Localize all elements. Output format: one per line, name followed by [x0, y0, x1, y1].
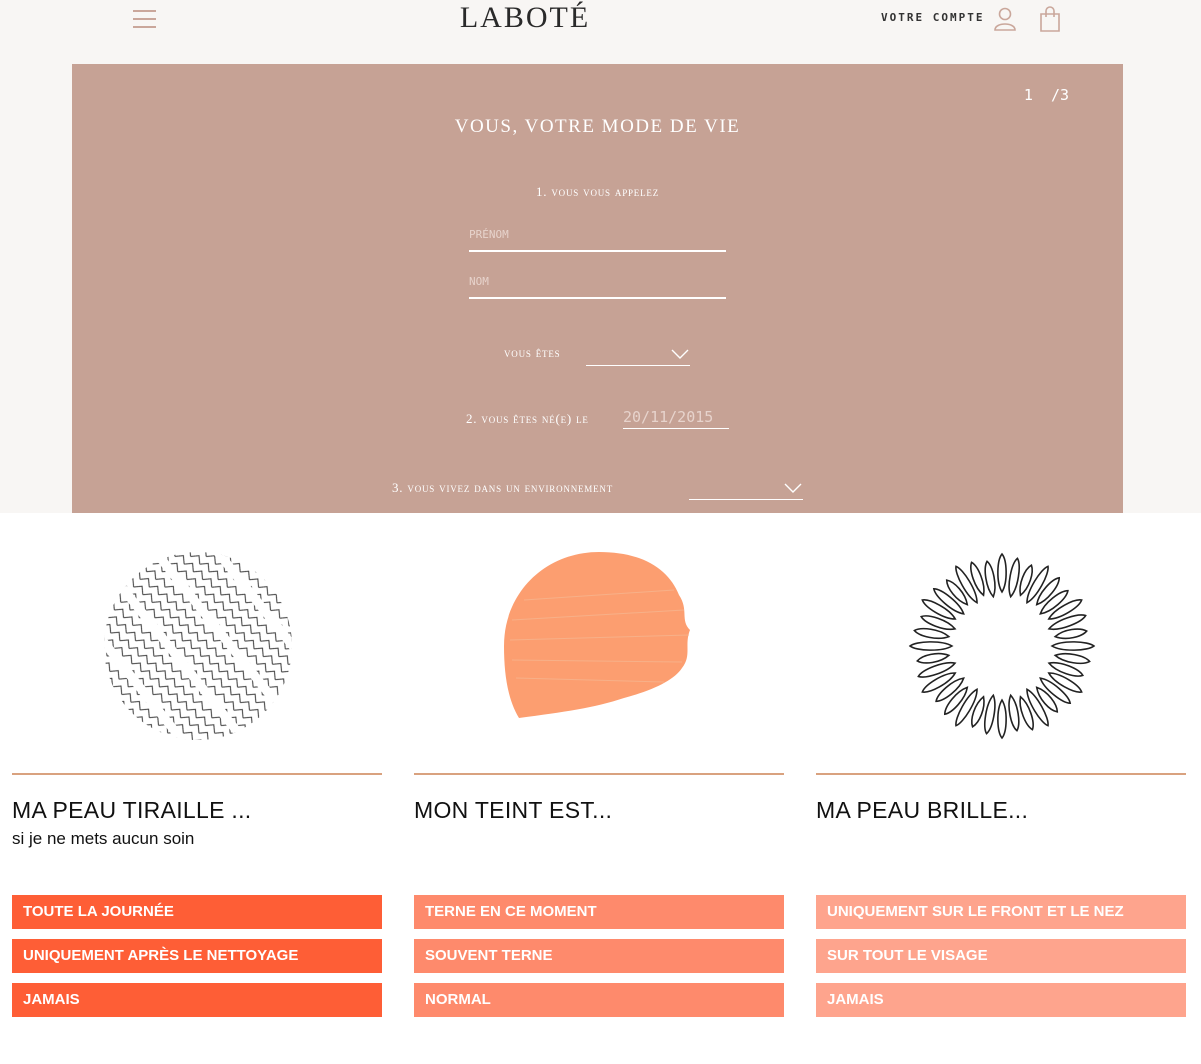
section-divider	[12, 773, 382, 775]
chevron-down-icon	[784, 483, 802, 493]
question-3-label: 3. vous vivez dans un environnement	[392, 480, 613, 495]
gender-select[interactable]	[586, 346, 690, 366]
shopping-bag-icon[interactable]	[1039, 6, 1061, 32]
question-title: MA PEAU BRILLE...	[816, 797, 1029, 823]
chevron-pattern-circle-illustration	[104, 552, 292, 740]
question-title: MON TEINT EST...	[414, 797, 613, 823]
section-divider	[414, 773, 784, 775]
birthdate-input[interactable]: 20/11/2015	[623, 408, 729, 429]
gender-label: vous êtes	[504, 345, 561, 360]
section-divider	[816, 773, 1186, 775]
question-subtitle: si je ne mets aucun soin	[12, 829, 195, 848]
answer-option[interactable]: JAMAIS	[12, 983, 382, 1017]
answer-option[interactable]: UNIQUEMENT SUR LE FRONT ET LE NEZ	[816, 895, 1186, 929]
question-2-label: 2. vous êtes né(e) le	[466, 411, 589, 426]
answer-option[interactable]: UNIQUEMENT APRÈS LE NETTOYAGE	[12, 939, 382, 973]
question-1-label: 1. vous vous appelez	[535, 184, 659, 199]
questionnaire-panel: 1 /3 VOUS, VOTRE MODE DE VIE 1. vous vou…	[72, 64, 1123, 513]
answer-option[interactable]: JAMAIS	[816, 983, 1186, 1017]
firstname-input[interactable]	[469, 218, 726, 252]
environment-select[interactable]	[689, 480, 803, 500]
answer-option[interactable]: SOUVENT TERNE	[414, 939, 784, 973]
user-icon[interactable]	[993, 7, 1017, 31]
lastname-input[interactable]	[469, 265, 726, 299]
answer-option[interactable]: NORMAL	[414, 983, 784, 1017]
chevron-down-icon	[671, 349, 689, 359]
brand-logo[interactable]: LABOTÉ	[450, 1, 600, 35]
question-title: MA PEAU TIRAILLE ...	[12, 797, 252, 823]
brush-stroke-circle-illustration	[504, 552, 690, 718]
hamburger-menu-icon[interactable]	[133, 10, 157, 28]
answer-option[interactable]: TOUTE LA JOURNÉE	[12, 895, 382, 929]
step-counter: 1 /3	[1024, 86, 1069, 104]
sunburst-circle-illustration	[908, 552, 1096, 740]
answer-option[interactable]: SUR TOUT LE VISAGE	[816, 939, 1186, 973]
step-current: 1	[1023, 86, 1033, 104]
account-link[interactable]: VOTRE COMPTE	[881, 11, 984, 24]
step-total: /3	[1050, 86, 1069, 104]
answer-option[interactable]: TERNE EN CE MOMENT	[414, 895, 784, 929]
questionnaire-title: VOUS, VOTRE MODE DE VIE	[454, 116, 741, 137]
